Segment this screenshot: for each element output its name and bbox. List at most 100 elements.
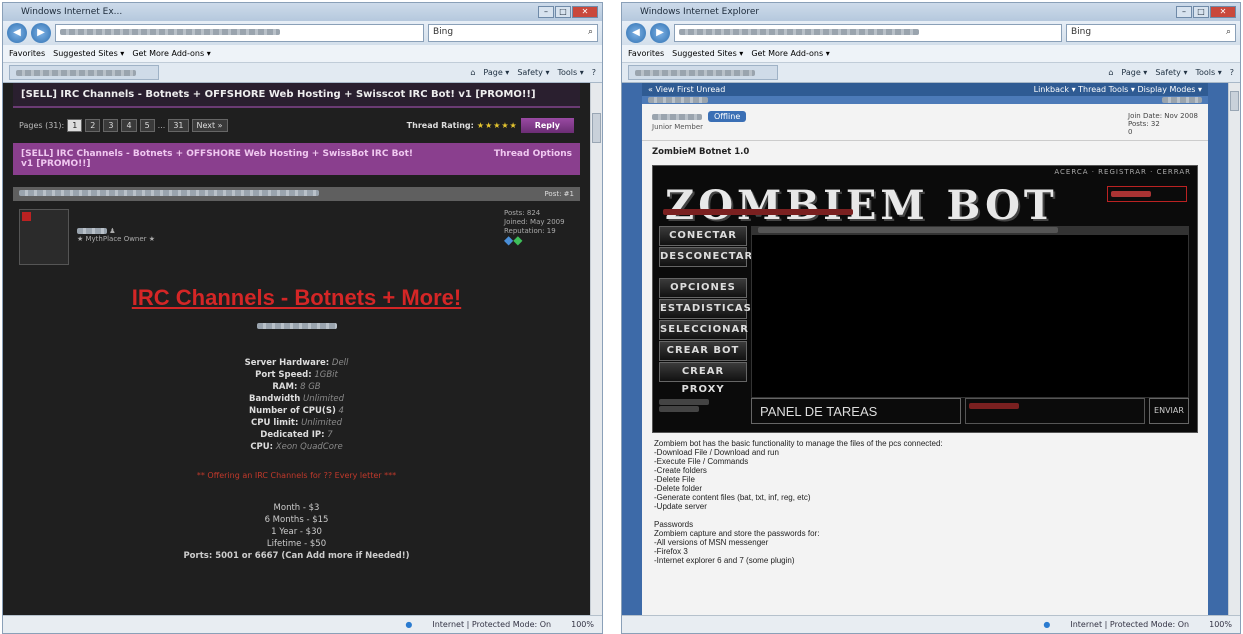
zb-top-menu: ACERCA · REGISTRAR · CERRAR [1054,168,1191,176]
page-link[interactable]: 1 [67,119,83,132]
get-addons-link[interactable]: Get More Add-ons ▾ [751,49,829,58]
help-icon[interactable]: ? [592,68,596,77]
search-placeholder: Bing [1071,27,1092,37]
page-link[interactable]: 4 [121,119,137,132]
status-badge: Offline [708,111,747,122]
zoom-level[interactable]: 100% [1209,620,1232,629]
address-bar: ◀ ▶ Bing ⌕ [3,21,602,45]
zoom-level[interactable]: 100% [571,620,594,629]
browser-tab[interactable] [628,65,778,80]
favorites-bar: Favorites Suggested Sites ▾ Get More Add… [622,45,1240,63]
url-input[interactable] [674,24,1062,42]
forum-page: [SELL] IRC Channels - Botnets + OFFSHORE… [3,83,590,615]
safety-menu[interactable]: Safety ▾ [1155,68,1187,77]
post-meta: Post: #1 [13,187,580,201]
vertical-scrollbar[interactable] [590,83,602,615]
zb-send-button: ENVIAR [1149,398,1189,424]
minimize-icon[interactable]: – [538,6,554,18]
url-input[interactable] [55,24,424,42]
user-stats: Posts: 824 Joined: May 2009 Reputation: … [504,209,574,265]
thread-toolbar: « View First Unread Linkback ▾ Thread To… [642,83,1208,96]
vertical-scrollbar[interactable] [1228,83,1240,615]
globe-icon: ● [405,620,413,629]
desc-line: -Generate content files (bat, txt, inf, … [654,493,811,502]
spec-row: Dedicated IP: 7 [260,430,333,440]
reply-button[interactable]: Reply [520,118,574,133]
forward-icon[interactable]: ▶ [31,23,51,43]
back-icon[interactable]: ◀ [7,23,27,43]
minimize-icon[interactable]: – [1176,6,1192,18]
window-title: Windows Internet Explorer [640,7,760,17]
broken-image-icon [22,212,31,221]
page-link[interactable]: 2 [85,119,101,132]
spec-row: Server Hardware: Dell [244,358,349,368]
close-icon[interactable]: ✕ [572,6,598,18]
gem-icons: ◆◆ [504,233,523,247]
zb-connect-button: CONECTAR [659,226,747,246]
page-menu[interactable]: Page ▾ [1121,68,1147,77]
zb-options-button: OPCIONES [659,278,747,298]
desc-line: -Update server [654,502,707,511]
suggested-sites-link[interactable]: Suggested Sites ▾ [672,49,743,58]
reputation: 0 [1128,128,1133,136]
back-icon[interactable]: ◀ [626,23,646,43]
search-input[interactable]: Bing ⌕ [428,24,598,42]
suggested-sites-link[interactable]: Suggested Sites ▾ [53,49,124,58]
zb-task-panel: PANEL DE TAREAS [751,398,961,424]
favorites-button[interactable]: Favorites [628,49,664,58]
tools-menu[interactable]: Tools ▾ [1195,68,1221,77]
price-row: 1 Year - $30 [271,527,322,537]
browser-tab[interactable] [9,65,159,80]
page-link[interactable]: 31 [168,119,189,132]
status-bar: ● Internet | Protected Mode: On 100% [622,615,1240,633]
scroll-thumb[interactable] [1230,91,1239,111]
desc-line: Zombiem capture and store the passwords … [654,529,820,538]
thread-rating-label: Thread Rating: [406,121,474,130]
help-icon[interactable]: ? [1230,68,1234,77]
favorites-button[interactable]: Favorites [9,49,45,58]
tools-menu[interactable]: Tools ▾ [557,68,583,77]
thread-tools[interactable]: Linkback ▾ Thread Tools ▾ Display Modes … [1034,85,1202,94]
rating-stars[interactable]: ★★★★★ [477,121,518,130]
page-link[interactable]: 3 [103,119,119,132]
page-link[interactable]: 5 [139,119,155,132]
desc-line: -Execute File / Commands [654,457,749,466]
avatar[interactable] [19,209,69,265]
command-bar: ⌂ Page ▾ Safety ▾ Tools ▾ ? [470,68,596,77]
price-row: Month - $3 [273,503,320,513]
safety-menu[interactable]: Safety ▾ [517,68,549,77]
next-page-link[interactable]: Next » [191,119,228,132]
home-icon[interactable]: ⌂ [1108,68,1113,77]
zb-column-headers [752,227,1188,235]
close-icon[interactable]: ✕ [1210,6,1236,18]
thread-options[interactable]: Thread Options [494,149,572,169]
post-number[interactable]: Post: #1 [544,190,574,198]
zb-select-button: SELECCIONAR [659,320,748,340]
home-icon[interactable]: ⌂ [470,68,475,77]
ports-row: Ports: 5001 or 6667 (Can Add more if Nee… [183,551,410,561]
maximize-icon[interactable]: □ [1193,6,1209,18]
username[interactable] [652,113,702,120]
desc-line: Zombiem bot has the basic functionality … [654,439,943,448]
zone-status[interactable]: Internet | Protected Mode: On [432,620,551,629]
get-addons-link[interactable]: Get More Add-ons ▾ [132,49,210,58]
forward-icon[interactable]: ▶ [650,23,670,43]
poster-info: Offline Junior Member Join Date: Nov 200… [642,104,1208,141]
search-icon[interactable]: ⌕ [1226,27,1231,39]
breadcrumb[interactable]: [SELL] IRC Channels - Botnets + OFFSHORE… [13,83,580,108]
username[interactable]: ♟ [77,227,496,235]
page-ellipsis: ... [157,121,166,130]
zone-status[interactable]: Internet | Protected Mode: On [1070,620,1189,629]
scroll-thumb[interactable] [592,113,601,143]
post-body: Zombiem bot has the basic functionality … [642,435,1208,569]
user-rank: Junior Member [652,123,704,131]
favorites-bar: Favorites Suggested Sites ▾ Get More Add… [3,45,602,63]
search-icon[interactable]: ⌕ [588,27,593,39]
post-container: « View First Unread Linkback ▾ Thread To… [642,83,1208,615]
first-unread-link[interactable]: « View First Unread [648,85,725,94]
window-title: Windows Internet Ex... [21,7,123,17]
search-input[interactable]: Bing ⌕ [1066,24,1236,42]
page-menu[interactable]: Page ▾ [483,68,509,77]
maximize-icon[interactable]: □ [555,6,571,18]
desc-line: -Firefox 3 [654,547,688,556]
